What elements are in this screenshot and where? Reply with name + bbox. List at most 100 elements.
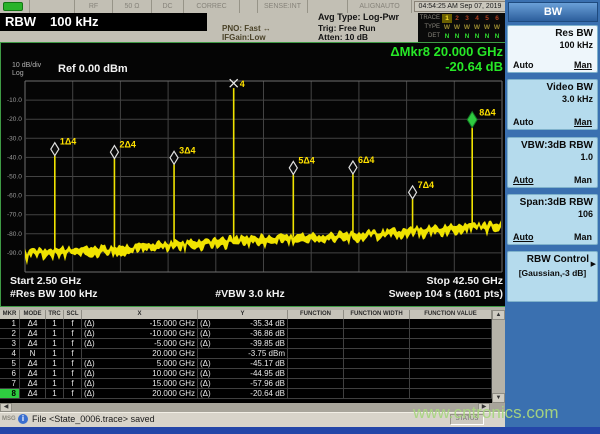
- marker-scale: f: [64, 329, 82, 339]
- marker-function-value: [410, 369, 492, 379]
- marker-x-value: (Δ)-15.000 GHz: [82, 319, 198, 329]
- trace-row-label-trace: TRACE: [418, 14, 442, 23]
- softkey-res-bw[interactable]: Res BW100 kHzAutoMan: [507, 25, 598, 73]
- trace-type-5: W: [482, 23, 492, 32]
- marker-table-row-5[interactable]: 5Δ41f(Δ)5.000 GHz(Δ)-45.17 dB: [0, 359, 492, 369]
- softkey-man-option[interactable]: Man: [574, 117, 592, 127]
- marker-table-row-3[interactable]: 3Δ41f(Δ)-5.000 GHz(Δ)-39.85 dB: [0, 339, 492, 349]
- delta-marker-readout: ΔMkr8 20.000 GHz -20.64 dB: [250, 44, 503, 74]
- softkey-auto-option[interactable]: Auto: [513, 175, 534, 185]
- marker-table-row-1[interactable]: 1Δ41f(Δ)-15.000 GHz(Δ)-35.34 dB: [0, 319, 492, 329]
- softkey-rbw-control[interactable]: RBW Control▶[Gaussian,-3 dB]: [507, 251, 598, 302]
- scroll-up-button[interactable]: ▲: [492, 310, 505, 320]
- pno-arrow-icon: ↔: [263, 24, 271, 33]
- softkey-man-option[interactable]: Man: [574, 232, 592, 242]
- marker-scale: f: [64, 339, 82, 349]
- trace-det-6: N: [492, 32, 502, 41]
- marker-mode: Δ4: [20, 339, 46, 349]
- marker-y-value: (Δ)-36.86 dB: [198, 329, 288, 339]
- marker-table-row-8[interactable]: 8Δ41f(Δ)20.000 GHz(Δ)-20.64 dB: [0, 389, 492, 399]
- marker-label: 3Δ4: [179, 145, 195, 155]
- marker-y-value: -3.75 dBm: [198, 349, 288, 359]
- scroll-down-button[interactable]: ▼: [492, 393, 505, 403]
- y-axis-label: -10.0: [7, 97, 22, 104]
- ifgain-label: IFGain:Low: [222, 33, 266, 42]
- delta-marker-freq: ΔMkr8 20.000 GHz: [390, 44, 503, 59]
- marker-trace: 1: [46, 359, 64, 369]
- markers: 1Δ42Δ43Δ445Δ46Δ47Δ48Δ4: [51, 79, 496, 199]
- softkey-value: 1.0: [580, 152, 593, 162]
- marker-scale: f: [64, 369, 82, 379]
- active-function-value: 100 kHz: [50, 14, 98, 29]
- trace-trace-5: 5: [482, 14, 492, 23]
- marker-function-width: [344, 319, 410, 329]
- marker-label: 6Δ4: [358, 155, 374, 165]
- marker-function-value: [410, 379, 492, 389]
- marker-table-header: MKRMODETRCSCLXYFUNCTIONFUNCTION WIDTHFUN…: [0, 310, 492, 319]
- marker-number: 5: [0, 359, 20, 369]
- marker-mode: Δ4: [20, 359, 46, 369]
- trace-trace-6: 6: [492, 14, 502, 23]
- marker-function-value: [410, 349, 492, 359]
- softkey-auto-option[interactable]: Auto: [513, 232, 534, 242]
- marker-x-value: (Δ)-5.000 GHz: [82, 339, 198, 349]
- softkey-title: Video BW: [547, 82, 593, 93]
- marker-label: 8Δ4: [479, 108, 495, 118]
- softkey-value: 100 kHz: [559, 40, 593, 50]
- marker-scale: f: [64, 359, 82, 369]
- marker-function: [288, 319, 344, 329]
- y-axis-label: -30.0: [7, 135, 22, 142]
- column-header-x: X: [82, 310, 198, 319]
- marker-table-row-6[interactable]: 6Δ41f(Δ)10.000 GHz(Δ)-44.95 dB: [0, 369, 492, 379]
- marker-function-value: [410, 319, 492, 329]
- marker-x-value: (Δ)5.000 GHz: [82, 359, 198, 369]
- indicator-blank-1: [30, 0, 75, 13]
- marker-function: [288, 349, 344, 359]
- marker-function: [288, 359, 344, 369]
- softkey-vbw-3db-rbw[interactable]: VBW:3dB RBW1.0AutoMan: [507, 137, 598, 188]
- marker-function: [288, 379, 344, 389]
- softkey-span-3db-rbw[interactable]: Span:3dB RBW106AutoMan: [507, 194, 598, 245]
- marker-function-width: [344, 339, 410, 349]
- marker-number: 2: [0, 329, 20, 339]
- info-icon: i: [18, 414, 28, 424]
- marker-y-value: (Δ)-44.95 dB: [198, 369, 288, 379]
- softkey-man-option[interactable]: Man: [574, 175, 592, 185]
- trace-type-6: W: [492, 23, 502, 32]
- marker-mode: Δ4: [20, 319, 46, 329]
- marker-table-vertical-scrollbar[interactable]: ▲ ▼: [492, 310, 505, 403]
- scroll-left-button[interactable]: ◀: [0, 403, 12, 412]
- marker-table-row-4[interactable]: 4N1f20.000 GHz-3.75 dBm: [0, 349, 492, 359]
- scale-type-label: Log: [12, 70, 24, 77]
- indicator-dc: DC: [152, 0, 184, 13]
- marker-x-value: (Δ)10.000 GHz: [82, 369, 198, 379]
- softkey-auto-option[interactable]: Auto: [513, 117, 534, 127]
- trace-trace-2: 2: [452, 14, 462, 23]
- marker-table-row-2[interactable]: 2Δ41f(Δ)-10.000 GHz(Δ)-36.86 dB: [0, 329, 492, 339]
- marker-y-value: (Δ)-20.64 dB: [198, 389, 288, 399]
- marker-trace: 1: [46, 369, 64, 379]
- marker-label: 7Δ4: [418, 180, 434, 190]
- scale-per-div-label: 10 dB/div: [12, 62, 41, 69]
- trace-row-label-det: DET: [418, 32, 442, 41]
- watermark: www.cntronics.com: [413, 403, 558, 423]
- trace-trace-1: 1: [442, 14, 452, 23]
- marker-function-width: [344, 369, 410, 379]
- softkey-value: 3.0 kHz: [562, 94, 593, 104]
- softkey-auto-option[interactable]: Auto: [513, 60, 534, 70]
- indicator-sense-int: SENSE:INT: [258, 0, 308, 13]
- marker-scale: f: [64, 319, 82, 329]
- trace-det-4: N: [472, 32, 482, 41]
- marker-table-row-7[interactable]: 7Δ41f(Δ)15.000 GHz(Δ)-57.96 dB: [0, 379, 492, 389]
- softkey-video-bw[interactable]: Video BW3.0 kHz Auto Man: [507, 79, 598, 130]
- marker-trace: 1: [46, 389, 64, 399]
- marker-y-value: (Δ)-57.96 dB: [198, 379, 288, 389]
- indicator-correc: CORREC: [184, 0, 240, 13]
- status-message: File <State_0006.trace> saved: [32, 414, 155, 424]
- column-header-function-value: FUNCTION VALUE: [410, 310, 492, 319]
- y-axis-label: -90.0: [7, 250, 22, 257]
- atten-label: Atten: 10 dB: [318, 32, 368, 42]
- marker-label: 1Δ4: [60, 137, 76, 147]
- marker-label: 5Δ4: [298, 155, 314, 165]
- softkey-man-option[interactable]: Man: [574, 60, 592, 70]
